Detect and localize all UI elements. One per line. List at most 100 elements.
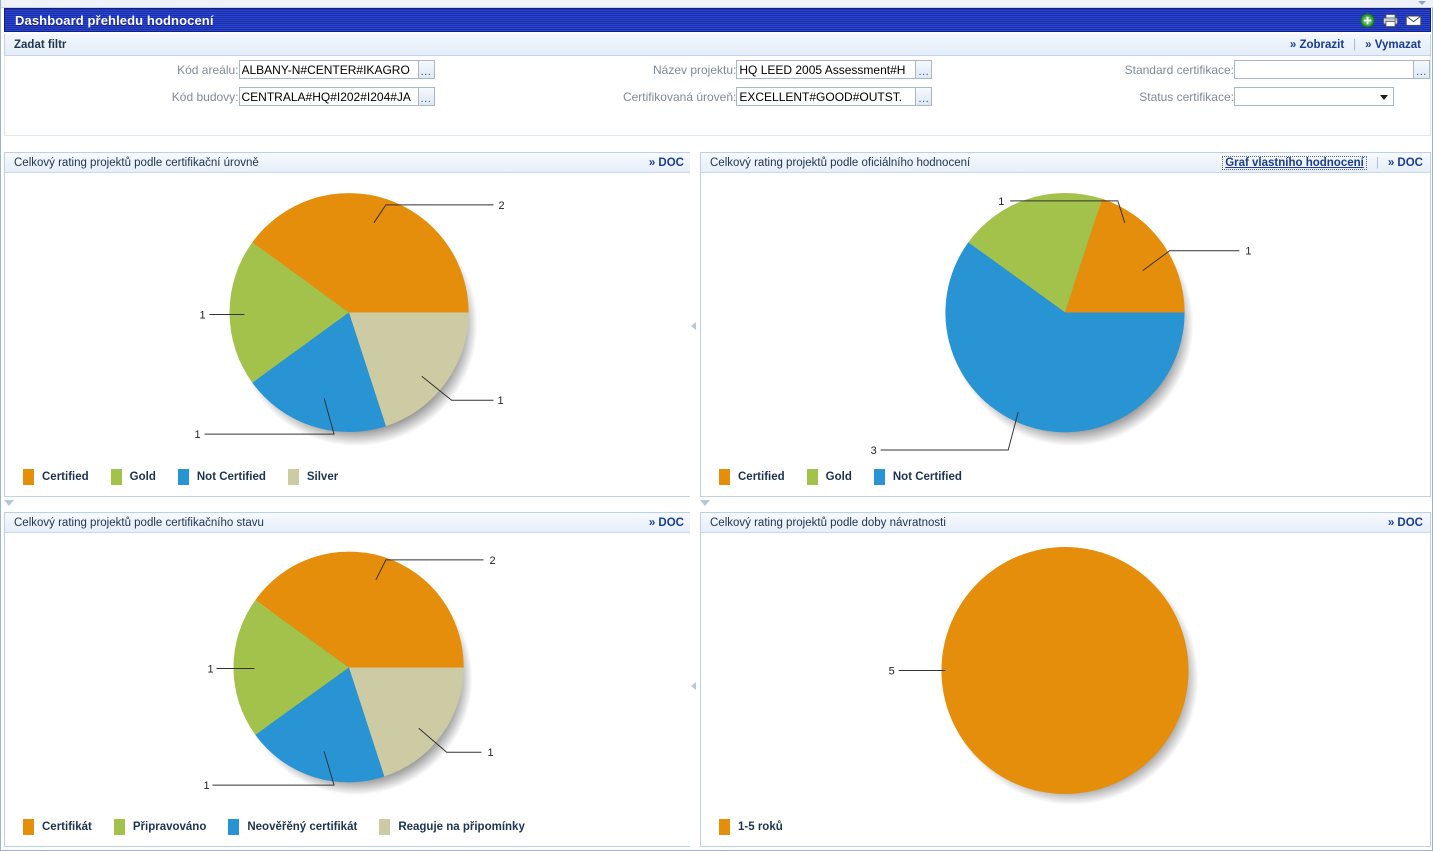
legend-swatch-icon bbox=[23, 819, 34, 835]
legend-label: Neověřěný certifikát bbox=[247, 821, 358, 833]
legend-swatch-icon bbox=[113, 819, 125, 835]
building-code-input[interactable] bbox=[238, 87, 418, 106]
certified-level-input[interactable] bbox=[736, 87, 916, 106]
certification-standard-picker-button[interactable]: ... bbox=[1413, 60, 1430, 79]
legend-label: 1-5 roků bbox=[738, 821, 783, 833]
label-site-code: Kód areálu: bbox=[177, 62, 239, 77]
panel-3-body: 2 1 1 1 Certifikát Připravováno Neověřěn… bbox=[5, 533, 691, 846]
panel-4-body: 5 1-5 roků bbox=[701, 533, 1430, 846]
vertical-splitter-grip[interactable] bbox=[691, 682, 699, 691]
dashboard-window: Dashboard přehledu hodnocení Zadat filtr… bbox=[0, 0, 1433, 851]
panel-3-doc-link[interactable]: » DOC bbox=[649, 517, 684, 529]
panel-2-doc-link[interactable]: » DOC bbox=[1388, 157, 1423, 169]
mail-icon[interactable] bbox=[1405, 13, 1422, 28]
panel-2-action-separator: | bbox=[1375, 156, 1379, 169]
svg-text:1: 1 bbox=[204, 780, 210, 792]
horizontal-splitter-right[interactable] bbox=[700, 499, 1431, 509]
project-name-input[interactable] bbox=[736, 60, 916, 79]
legend-payback-period: 1-5 roků bbox=[701, 808, 1430, 846]
form-bottom-spacer bbox=[4, 136, 1431, 148]
panel-1-title: Celkový rating projektů podle certifikač… bbox=[14, 156, 259, 169]
svg-text:2: 2 bbox=[498, 200, 504, 212]
horizontal-splitter-left[interactable] bbox=[4, 499, 692, 509]
legend-item[interactable]: Silver bbox=[287, 469, 338, 485]
legend-item[interactable]: Not Certified bbox=[873, 469, 962, 485]
panel-1-body: 2 1 1 1 Certified Gold Not Certified Sil… bbox=[5, 173, 691, 496]
field-certification-status bbox=[1234, 83, 1430, 110]
site-code-input[interactable] bbox=[238, 60, 418, 79]
panel-2-self-rating-chart-link[interactable]: Graf vlastního hodnocení bbox=[1222, 155, 1367, 170]
legend-certification-level: Certified Gold Not Certified Silver bbox=[5, 458, 691, 496]
legend-label: Gold bbox=[129, 471, 156, 483]
filter-action-separator: | bbox=[1353, 38, 1357, 51]
legend-item[interactable]: 1-5 roků bbox=[719, 819, 783, 835]
label-certification-status: Status certifikace: bbox=[1139, 89, 1234, 104]
legend-label: Připravováno bbox=[132, 821, 207, 833]
site-code-picker-button[interactable]: ... bbox=[417, 60, 435, 79]
vertical-splitter-grip[interactable] bbox=[691, 322, 699, 331]
horizontal-splitter-grip[interactable] bbox=[700, 500, 711, 508]
building-code-picker-button[interactable]: ... bbox=[417, 87, 435, 106]
legend-item[interactable]: Certified bbox=[719, 469, 785, 485]
titlebar-icon-group bbox=[1359, 12, 1430, 28]
legend-swatch-icon bbox=[719, 819, 730, 835]
chevron-down-icon bbox=[4, 500, 14, 506]
legend-item[interactable]: Certifikát bbox=[23, 819, 92, 835]
scroll-up-arrow-icon[interactable] bbox=[1418, 1, 1426, 5]
filter-form-row-2: Kód budovy: ... Certifikovaná úroveň: ..… bbox=[5, 83, 1430, 110]
filter-form-row-1: Kód areálu: ... Název projektu: ... bbox=[5, 56, 1430, 83]
legend-item[interactable]: Gold bbox=[806, 469, 852, 485]
vertical-splitter-bottom[interactable] bbox=[690, 512, 700, 847]
chart-payback-period[interactable]: 5 bbox=[701, 533, 1430, 808]
panel-2-header: Celkový rating projektů podle oficiálníh… bbox=[701, 153, 1430, 173]
svg-text:1: 1 bbox=[195, 429, 201, 441]
filter-actions: » Zobrazit | » Vymazat bbox=[1290, 39, 1430, 51]
panel-4-doc-link[interactable]: » DOC bbox=[1388, 517, 1423, 529]
svg-text:1: 1 bbox=[200, 309, 206, 321]
panel-1-doc-link[interactable]: » DOC bbox=[649, 157, 684, 169]
svg-text:3: 3 bbox=[871, 445, 877, 457]
panel-3-header: Celkový rating projektů podle certifikač… bbox=[5, 513, 691, 533]
vertical-splitter-top[interactable] bbox=[690, 152, 700, 497]
legend-item[interactable]: Not Certified bbox=[177, 469, 266, 485]
legend-label: Not Certified bbox=[892, 471, 962, 483]
field-building-code: ... bbox=[238, 83, 467, 110]
filter-clear-link[interactable]: » Vymazat bbox=[1365, 39, 1421, 51]
project-name-picker-button[interactable]: ... bbox=[915, 60, 933, 79]
legend-swatch-icon bbox=[287, 469, 299, 485]
svg-text:1: 1 bbox=[1245, 246, 1251, 258]
panel-3-title: Celkový rating projektů podle certifikač… bbox=[14, 516, 264, 529]
window-titlebar: Dashboard přehledu hodnocení bbox=[4, 8, 1431, 32]
label-certification-standard: Standard certifikace: bbox=[1124, 62, 1234, 77]
filter-show-link[interactable]: » Zobrazit bbox=[1290, 39, 1344, 51]
certification-standard-input[interactable] bbox=[1234, 60, 1413, 79]
panel-1-header: Celkový rating projektů podle certifikač… bbox=[5, 153, 691, 173]
panel-2-body: 1 1 3 Certified Gold Not Certified bbox=[701, 173, 1430, 496]
legend-official-rating: Certified Gold Not Certified bbox=[701, 458, 1430, 496]
legend-item[interactable]: Neověřěný certifikát bbox=[228, 819, 357, 835]
chart-certification-status[interactable]: 2 1 1 1 bbox=[5, 533, 691, 808]
chart-official-rating[interactable]: 1 1 3 bbox=[701, 173, 1430, 458]
legend-item[interactable]: Reaguje na připomínky bbox=[379, 819, 525, 835]
add-icon[interactable] bbox=[1359, 12, 1376, 28]
page-title: Dashboard přehledu hodnocení bbox=[15, 12, 214, 28]
certified-level-picker-button[interactable]: ... bbox=[915, 87, 933, 106]
legend-swatch-icon bbox=[110, 469, 122, 485]
panel-3-actions: » DOC bbox=[649, 517, 684, 529]
legend-item[interactable]: Certified bbox=[23, 469, 89, 485]
panel-2-actions: Graf vlastního hodnocení | » DOC bbox=[1222, 155, 1423, 170]
svg-text:1: 1 bbox=[998, 196, 1004, 208]
chevron-left-icon bbox=[691, 682, 696, 690]
horizontal-splitter-grip[interactable] bbox=[4, 500, 15, 508]
spacer-4 bbox=[964, 83, 1007, 110]
print-icon[interactable] bbox=[1382, 13, 1399, 28]
legend-item[interactable]: Připravováno bbox=[113, 819, 207, 835]
svg-text:2: 2 bbox=[489, 555, 495, 567]
certification-status-select[interactable] bbox=[1234, 87, 1394, 106]
label-building-code: Kód budovy: bbox=[171, 89, 239, 104]
chart-certification-level[interactable]: 2 1 1 1 bbox=[5, 173, 691, 458]
legend-item[interactable]: Gold bbox=[110, 469, 156, 485]
field-certified-level: ... bbox=[736, 83, 964, 110]
svg-text:1: 1 bbox=[497, 395, 503, 407]
svg-text:1: 1 bbox=[487, 747, 493, 759]
